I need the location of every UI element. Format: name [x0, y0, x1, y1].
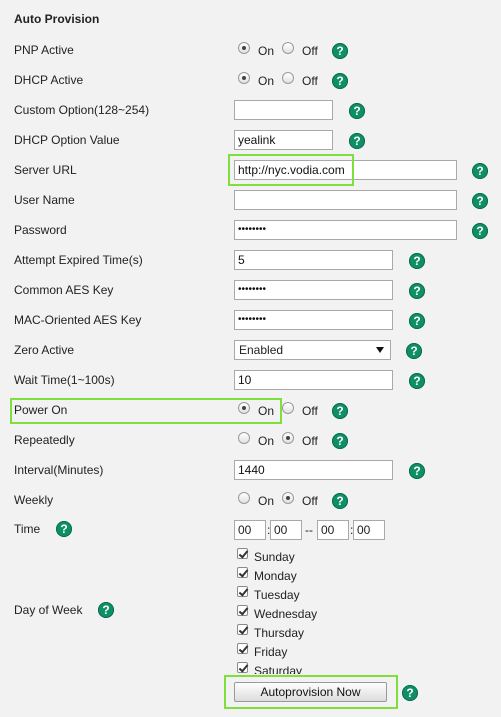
weekly-help-icon[interactable]: ? — [332, 493, 348, 509]
dhcp-option-value-label: DHCP Option Value — [14, 133, 120, 147]
interval-input[interactable]: 1440 — [234, 460, 393, 480]
day-of-week-help-icon[interactable]: ? — [98, 602, 114, 618]
wait-time-input[interactable]: 10 — [234, 370, 393, 390]
autoprovision-highlight — [224, 675, 398, 709]
dhcp-active-off-label: Off — [302, 74, 318, 88]
autoprovision-help-icon[interactable]: ? — [402, 685, 418, 701]
repeatedly-help-icon[interactable]: ? — [332, 433, 348, 449]
pnp-active-label: PNP Active — [14, 43, 74, 57]
attempt-expired-time-help-icon[interactable]: ? — [409, 253, 425, 269]
password-label: Password — [14, 223, 67, 237]
power-on-off-radio[interactable] — [282, 402, 294, 414]
server-url-help-icon[interactable]: ? — [472, 163, 488, 179]
pnp-active-off-label: Off — [302, 44, 318, 58]
pnp-active-on-label: On — [258, 44, 275, 58]
mac-oriented-aes-key-help-icon[interactable]: ? — [409, 313, 425, 329]
weekly-on-radio[interactable] — [238, 492, 250, 504]
zero-active-label: Zero Active — [14, 343, 75, 357]
day-checkbox-friday[interactable] — [237, 643, 248, 654]
custom-option-input[interactable] — [234, 100, 333, 120]
dropdown-arrow-icon — [376, 347, 384, 353]
user-name-label: User Name — [14, 193, 75, 207]
repeatedly-off-label: Off — [302, 434, 318, 448]
section-title: Auto Provision — [14, 12, 100, 26]
weekly-off-radio[interactable] — [282, 492, 294, 504]
day-of-week-label: Day of Week — [14, 603, 83, 617]
day-label-friday: Friday — [254, 645, 288, 659]
interval-help-icon[interactable]: ? — [409, 463, 425, 479]
day-label-saturday: Saturday — [254, 664, 303, 674]
time-end-hour-input[interactable]: 00 — [317, 520, 349, 540]
power-on-help-icon[interactable]: ? — [332, 403, 348, 419]
custom-option-help-icon[interactable]: ? — [349, 103, 365, 119]
dhcp-option-value-input[interactable]: yealink — [234, 130, 333, 150]
dhcp-active-on-label: On — [258, 74, 275, 88]
repeatedly-label: Repeatedly — [14, 433, 75, 447]
common-aes-key-label: Common AES Key — [14, 283, 114, 297]
day-label-thursday: Thursday — [254, 626, 305, 640]
dhcp-active-on-radio[interactable] — [238, 72, 250, 84]
day-checkbox-monday[interactable] — [237, 567, 248, 578]
repeatedly-on-radio[interactable] — [238, 432, 250, 444]
dhcp-option-value-help-icon[interactable]: ? — [349, 133, 365, 149]
attempt-expired-time-input[interactable]: 5 — [234, 250, 393, 270]
password-input[interactable]: •••••••• — [234, 220, 457, 240]
time-help-icon[interactable]: ? — [56, 521, 72, 537]
pnp-active-on-radio[interactable] — [238, 42, 250, 54]
power-on-off-label: Off — [302, 404, 318, 418]
zero-active-help-icon[interactable]: ? — [406, 343, 422, 359]
day-checkbox-tuesday[interactable] — [237, 586, 248, 597]
day-checkbox-thursday[interactable] — [237, 624, 248, 635]
wait-time-help-icon[interactable]: ? — [409, 373, 425, 389]
common-aes-key-help-icon[interactable]: ? — [409, 283, 425, 299]
server-url-highlight — [228, 154, 354, 186]
pnp-active-off-radio[interactable] — [282, 42, 294, 54]
day-label-wednesday: Wednesday — [254, 607, 318, 621]
mac-oriented-aes-key-input[interactable]: •••••••• — [234, 310, 393, 330]
mac-oriented-aes-key-label: MAC-Oriented AES Key — [14, 313, 142, 327]
weekly-on-label: On — [258, 494, 275, 508]
interval-label: Interval(Minutes) — [14, 463, 104, 477]
common-aes-key-input[interactable]: •••••••• — [234, 280, 393, 300]
time-label: Time — [14, 522, 41, 536]
weekly-off-label: Off — [302, 494, 318, 508]
zero-active-value: Enabled — [239, 343, 284, 357]
time-range-separator: -- — [305, 523, 313, 537]
dhcp-active-label: DHCP Active — [14, 73, 84, 87]
user-name-input[interactable] — [234, 190, 457, 210]
custom-option-label: Custom Option(128~254) — [14, 103, 150, 117]
power-on-label: Power On — [14, 403, 68, 417]
pnp-active-help-icon[interactable]: ? — [332, 43, 348, 59]
time-start-hour-input[interactable]: 00 — [234, 520, 266, 540]
repeatedly-on-label: On — [258, 434, 275, 448]
day-label-monday: Monday — [254, 569, 297, 583]
time-end-minute-input[interactable]: 00 — [353, 520, 385, 540]
day-checkbox-wednesday[interactable] — [237, 605, 248, 616]
dhcp-active-help-icon[interactable]: ? — [332, 73, 348, 89]
password-help-icon[interactable]: ? — [472, 223, 488, 239]
day-checkbox-saturday[interactable] — [237, 662, 248, 673]
server-url-label: Server URL — [14, 163, 77, 177]
day-label-tuesday: Tuesday — [254, 588, 300, 602]
power-on-on-radio[interactable] — [238, 402, 250, 414]
weekly-label: Weekly — [14, 493, 54, 507]
repeatedly-off-radio[interactable] — [282, 432, 294, 444]
time-start-minute-input[interactable]: 00 — [270, 520, 302, 540]
user-name-help-icon[interactable]: ? — [472, 193, 488, 209]
attempt-expired-time-label: Attempt Expired Time(s) — [14, 253, 143, 267]
dhcp-active-off-radio[interactable] — [282, 72, 294, 84]
zero-active-select[interactable]: Enabled — [234, 340, 391, 360]
day-checkbox-sunday[interactable] — [237, 548, 248, 559]
power-on-on-label: On — [258, 404, 275, 418]
day-label-sunday: Sunday — [254, 550, 295, 564]
wait-time-label: Wait Time(1~100s) — [14, 373, 115, 387]
